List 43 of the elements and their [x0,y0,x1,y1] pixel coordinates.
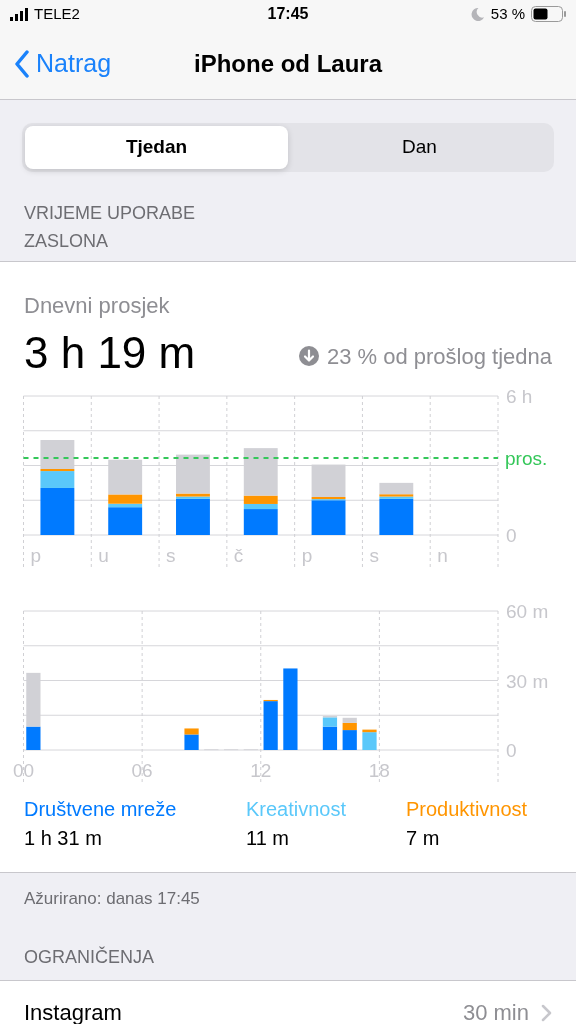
axis-label: 0 [506,740,517,761]
section-header: OGRANIČENJA [24,947,155,967]
average-label: pros. [505,448,548,470]
axis-label: p [30,545,42,566]
battery-percent: 53 % [490,3,525,24]
axis-label: s [166,545,176,566]
axis-label: 12 [250,760,272,781]
segment-tab[interactable]: Tjedan [25,126,288,169]
axis-label: č [233,545,244,566]
limit-row[interactable]: Instagram 30 min [0,980,576,1024]
updated-text: Ažurirano: danas 17:45 [24,889,200,908]
legend-value: 1 h 31 m [24,826,103,851]
axis-label: 6 h [506,386,533,407]
app-name: Instagram [24,999,122,1024]
axis-label: 60 m [506,601,549,622]
clock-time: 17:45 [267,4,309,24]
axis-label: s [369,545,379,566]
axis-label: 00 [12,760,35,781]
legend-label: Kreativnost [246,797,348,822]
legend-value: 11 m [246,826,290,851]
chevron-left-icon [14,49,30,78]
moon-icon [469,6,485,22]
axis-label: 0 [506,525,517,546]
axis-label: 06 [131,760,153,781]
average-label: Dnevni prosjek [24,292,171,320]
limit-value: 30 min [462,999,529,1024]
legend-value: 7 m [406,826,441,851]
axis-label: p [301,545,313,566]
segment-tab[interactable]: Dan [288,126,551,169]
axis-label: u [98,545,109,566]
trend-text: 23 % od prošlog tjedna [326,342,552,371]
carrier-name: TELE2 [34,3,80,24]
legend-label: Produktivnost [406,797,529,822]
axis-label: n [437,545,448,566]
signal-icon [10,7,28,21]
page-title: iPhone od Laura [194,48,382,79]
axis-label: 30 m [506,670,549,692]
battery-icon [531,6,566,22]
legend-label: Društvene mreže [24,797,178,822]
axis-label: 18 [368,760,390,781]
section-header: VRIJEME UPORABE ZASLONA [24,202,197,253]
average-value: 3 h 19 m [24,331,196,375]
chevron-right-icon [541,1003,552,1022]
